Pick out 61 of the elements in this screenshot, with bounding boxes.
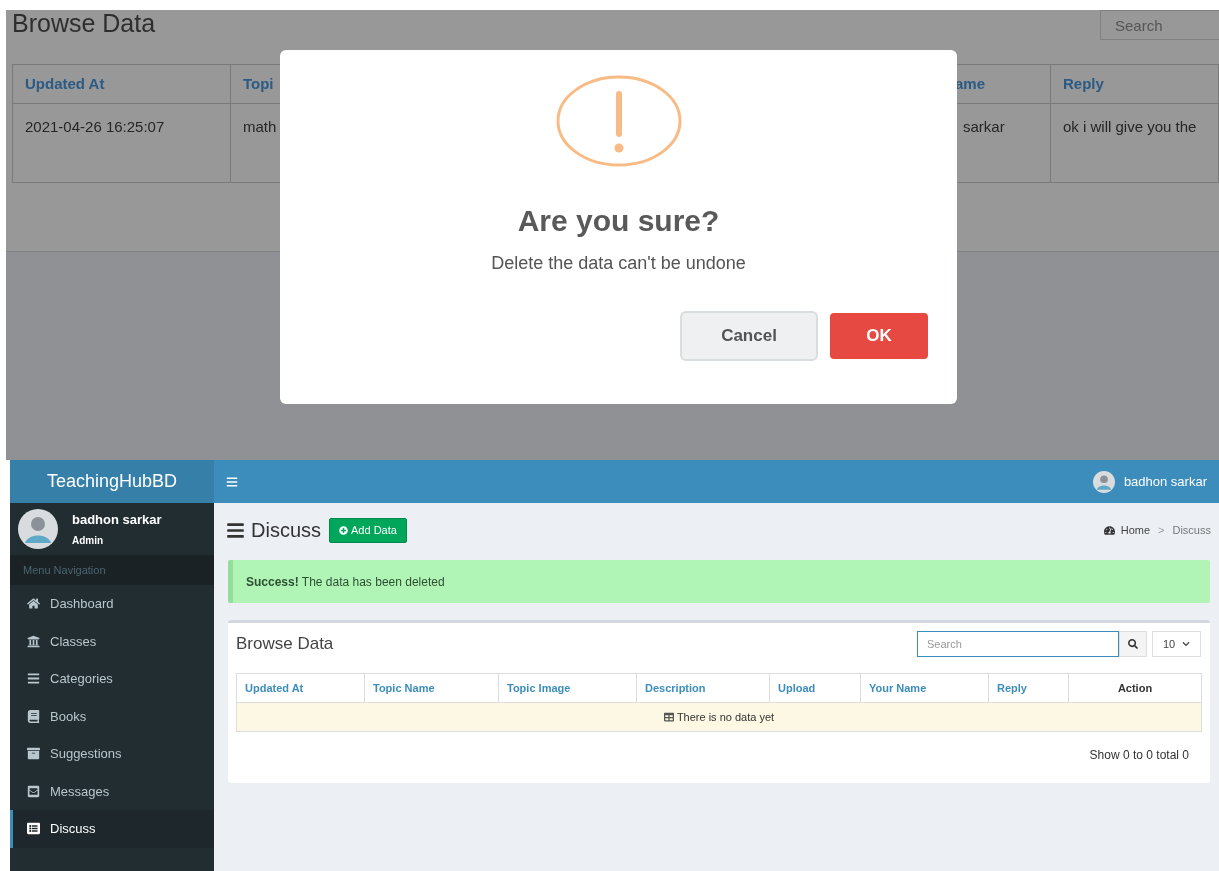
menu-icon (226, 520, 245, 540)
dialog-title: Are you sure? (517, 204, 720, 238)
search-icon (1128, 639, 1138, 649)
search-field[interactable]: Search (917, 631, 1119, 657)
user-name: badhon sarkar (72, 510, 162, 529)
column-header[interactable]: Updated At (245, 679, 304, 697)
list-icon (27, 822, 40, 836)
dialog-message: Delete the data can't be undone (491, 252, 746, 275)
sidebar-item[interactable]: Messages (10, 772, 214, 810)
sidebar-item[interactable]: Books (10, 697, 214, 735)
user-name[interactable]: badhon sarkar (1123, 471, 1207, 492)
column-header[interactable]: Upload (778, 679, 816, 697)
book-icon (27, 709, 40, 723)
sidebar-item[interactable]: Categories (10, 660, 214, 698)
table-cell: sarkar (963, 118, 1005, 135)
pagination-info: Show 0 to 0 total 0 (1089, 747, 1189, 764)
chevron-down-icon (1182, 640, 1190, 648)
page-title: Browse Data (11, 10, 156, 36)
brand-logo: TeachingHubBD (10, 460, 214, 503)
column-header[interactable]: Topic Image (507, 679, 571, 697)
column-header: ame (955, 73, 986, 94)
breadcrumb-link[interactable]: Home (1120, 521, 1151, 539)
avatar-icon (18, 509, 58, 549)
panel-title: Browse Data (236, 633, 334, 656)
house-icon (27, 597, 40, 611)
envelope-icon (27, 784, 40, 798)
sidebar-item[interactable]: Dashboard (10, 585, 214, 623)
cancel-button[interactable]: Cancel (680, 311, 818, 361)
column-header[interactable]: Description (645, 679, 706, 697)
page-title: Discuss (251, 518, 321, 543)
sidebar-item[interactable]: Discuss (10, 810, 214, 848)
ok-button[interactable]: OK (830, 313, 928, 359)
table-cell: math (243, 118, 277, 135)
success-alert: Success! The data has been deleted (228, 560, 1210, 603)
sidebar-item[interactable]: Classes (10, 622, 214, 660)
page-size-select[interactable]: 10 (1152, 631, 1201, 657)
search-field[interactable]: Search (1100, 10, 1219, 40)
search-button[interactable] (1119, 631, 1147, 657)
menu-icon (27, 672, 40, 686)
column-header[interactable]: Reply (997, 679, 1027, 697)
bank-icon (27, 634, 40, 648)
menu-icon[interactable] (226, 475, 238, 488)
column-header: Topi (243, 73, 274, 94)
column-header[interactable]: Topic Name (373, 679, 435, 697)
menu-heading: Menu Navigation (23, 562, 106, 578)
user-role: Admin (72, 534, 105, 549)
column-header: Updated At (25, 73, 105, 94)
table-cell: ok i will give you the (1063, 118, 1197, 135)
table-icon (663, 712, 674, 722)
dashboard-icon (1103, 524, 1115, 536)
column-header: Reply (1063, 73, 1104, 94)
plus-icon (339, 525, 348, 535)
archive-icon (27, 747, 40, 761)
sidebar-item[interactable]: Suggestions (10, 735, 214, 773)
column-header[interactable]: Your Name (869, 679, 927, 697)
warning-icon (555, 75, 682, 167)
empty-message: There is no data yet (676, 709, 775, 725)
avatar-icon (1092, 470, 1115, 493)
column-header: Action (1117, 680, 1153, 696)
breadcrumb-separator: > (1158, 522, 1165, 538)
table-cell: 2021-04-26 16:25:07 (25, 118, 165, 135)
